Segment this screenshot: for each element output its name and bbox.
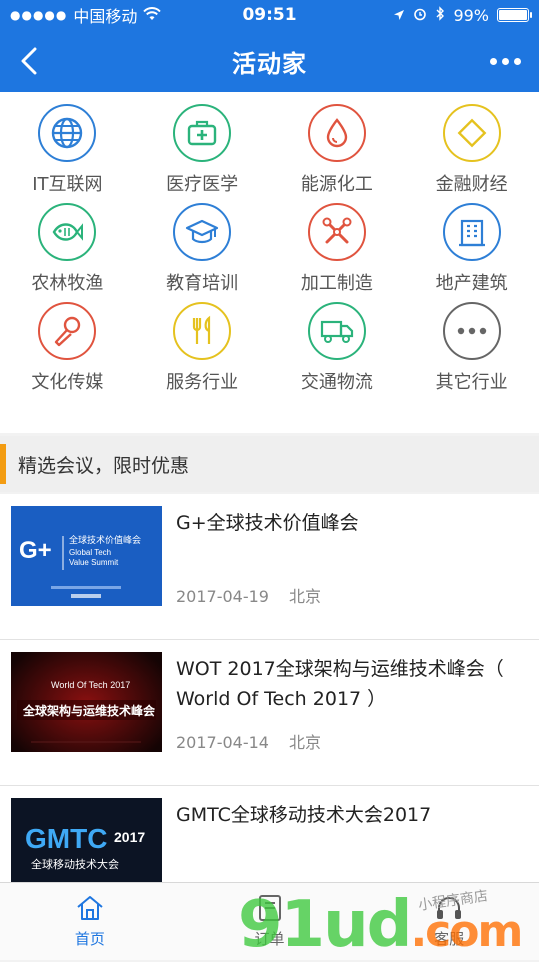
category-item[interactable]: 文化传媒 (0, 302, 135, 401)
graduation-cap-icon (173, 203, 232, 261)
svg-text:G+: G+ (19, 537, 52, 564)
event-item[interactable]: World Of Tech 2017 全球架构与运维技术峰会 WOT 2017全… (0, 640, 539, 786)
category-item[interactable]: 服务行业 (135, 302, 270, 401)
order-icon (258, 895, 281, 921)
svg-text:全球移动技术大会: 全球移动技术大会 (31, 857, 119, 871)
drop-icon (307, 104, 366, 162)
section-accent-bar (0, 444, 6, 484)
category-label: 文化传媒 (31, 372, 104, 393)
event-title: WOT 2017全球架构与运维技术峰会（ World Of Tech 2017 … (176, 658, 504, 710)
home-icon (77, 896, 103, 920)
svg-text:World Of Tech 2017: World Of Tech 2017 (51, 680, 130, 690)
tab-service[interactable]: 客服 (359, 883, 539, 960)
category-item[interactable]: 医疗医学 (135, 104, 270, 203)
signal-icon: ●●●●● (10, 8, 68, 22)
category-label: IT互联网 (32, 174, 103, 195)
svg-text:全球技术价值峰会: 全球技术价值峰会 (69, 534, 141, 546)
tab-bar: 首页 订单 客服 (0, 882, 539, 960)
battery-icon (497, 8, 532, 22)
event-city: 北京 (288, 587, 321, 606)
category-grid: IT互联网 医疗医学 能源化工 金融财经农林牧渔 教育培训 加工制造 地产建筑文化传媒 服务行… (0, 92, 539, 433)
location-icon (393, 6, 405, 25)
tab-label: 首页 (74, 930, 105, 948)
category-label: 农林牧渔 (31, 273, 104, 294)
event-thumbnail: World Of Tech 2017 全球架构与运维技术峰会 (11, 652, 162, 752)
carrier-label: 中国移动 (73, 7, 138, 26)
svg-text:全球架构与运维技术峰会: 全球架构与运维技术峰会 (22, 703, 156, 718)
microphone-icon (38, 302, 97, 360)
event-city: 北京 (288, 733, 321, 752)
category-label: 其它行业 (435, 372, 508, 393)
svg-text:GMTC: GMTC (25, 823, 107, 854)
event-date: 2017-04-19 (176, 587, 269, 606)
event-thumbnail: G+ 全球技术价值峰会 Global Tech Value Summit (11, 506, 162, 606)
fish-icon (38, 203, 97, 261)
page-title: 活动家 (232, 49, 307, 78)
category-label: 服务行业 (166, 372, 239, 393)
svg-text:Global Tech: Global Tech (69, 548, 111, 557)
globe-icon (38, 104, 97, 162)
alarm-icon (413, 6, 427, 25)
event-title: GMTC全球移动技术大会2017 (176, 804, 432, 826)
tab-label: 订单 (254, 930, 285, 948)
nav-bar: 活动家 (0, 30, 539, 92)
category-label: 地产建筑 (435, 273, 508, 294)
svg-text:2017: 2017 (114, 829, 145, 845)
building-icon (442, 203, 501, 261)
tools-icon (307, 203, 366, 261)
category-item[interactable]: 加工制造 (270, 203, 405, 302)
tab-orders[interactable]: 订单 (180, 883, 360, 960)
section-title: 精选会议，限时优惠 (18, 454, 190, 477)
category-label: 能源化工 (300, 174, 373, 195)
category-label: 交通物流 (300, 372, 373, 393)
category-label: 加工制造 (300, 273, 373, 294)
event-date: 2017-04-14 (176, 733, 269, 752)
category-label: 教育培训 (166, 273, 239, 294)
more-button[interactable] (490, 48, 521, 74)
category-item[interactable]: 其它行业 (404, 302, 539, 401)
medical-kit-icon (173, 104, 232, 162)
event-item[interactable]: G+ 全球技术价值峰会 Global Tech Value Summit G+全… (0, 494, 539, 640)
tab-label: 客服 (434, 930, 465, 948)
category-item[interactable]: 交通物流 (270, 302, 405, 401)
status-bar: ●●●●● 中国移动 09:51 99% (0, 0, 539, 30)
event-list: G+ 全球技术价值峰会 Global Tech Value Summit G+全… (0, 494, 539, 932)
category-item[interactable]: 地产建筑 (404, 203, 539, 302)
wifi-icon (143, 6, 162, 25)
category-item[interactable]: IT互联网 (0, 104, 135, 203)
category-item[interactable]: 金融财经 (404, 104, 539, 203)
category-item[interactable]: 教育培训 (135, 203, 270, 302)
category-label: 医疗医学 (166, 174, 239, 195)
event-title: G+全球技术价值峰会 (176, 512, 359, 534)
tab-home[interactable]: 首页 (0, 883, 180, 960)
bluetooth-icon (435, 5, 445, 25)
section-header: 精选会议，限时优惠 (0, 436, 539, 492)
truck-icon (307, 302, 366, 360)
category-item[interactable]: 农林牧渔 (0, 203, 135, 302)
more-icon (442, 302, 501, 360)
fork-knife-icon (173, 302, 232, 360)
chevron-left-icon (21, 47, 37, 75)
category-label: 金融财经 (435, 174, 508, 195)
battery-percent: 99% (453, 5, 489, 25)
headset-icon (437, 897, 462, 919)
category-item[interactable]: 能源化工 (270, 104, 405, 203)
diamond-icon (442, 104, 501, 162)
svg-text:Value Summit: Value Summit (69, 558, 119, 567)
back-button[interactable] (14, 44, 44, 78)
